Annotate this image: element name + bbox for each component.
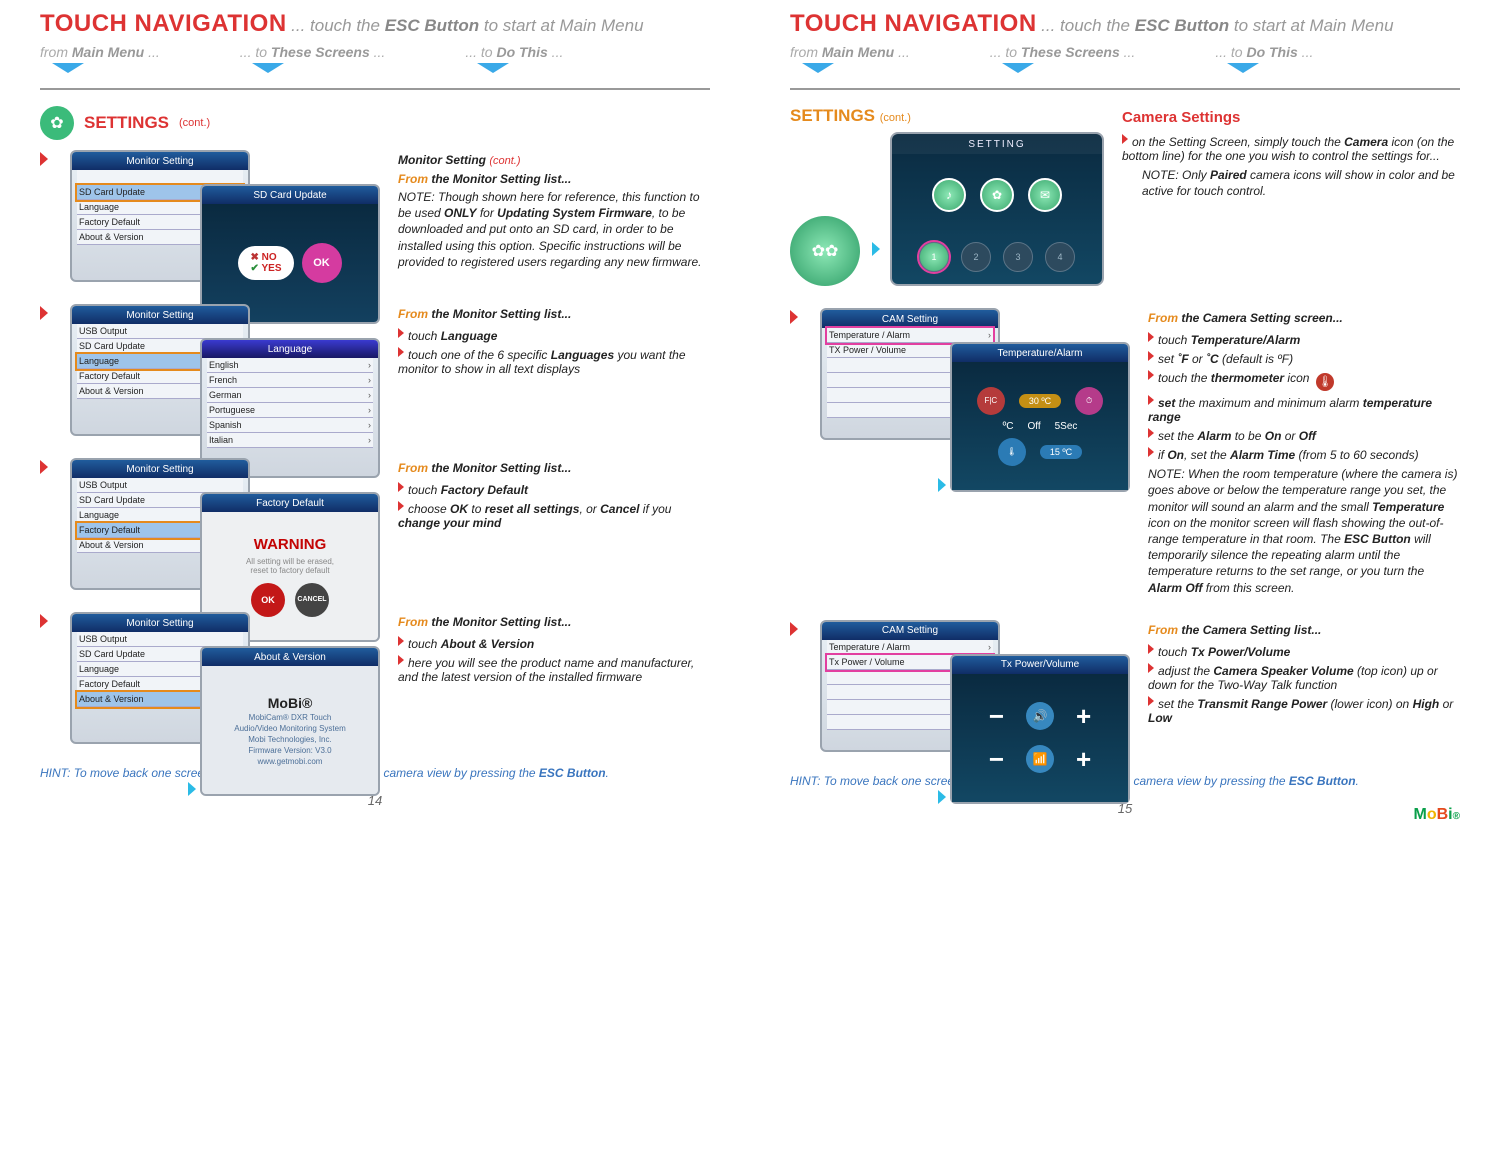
gear-icon: ✿ [40,106,74,140]
page-title-line: TOUCH NAVIGATION ... touch the ESC Butto… [790,10,1460,38]
crumb-do-this: ... to Do This ... [465,44,563,76]
block-temperature-alarm: CAM Setting Temperature / Alarm› TX Powe… [790,308,1460,598]
sub-arrow-icon [188,782,196,796]
screenshot-sd-card-update: SD Card Update ✖ NO✔ YES OK [200,184,380,324]
camera-1-button[interactable]: 1 [919,242,949,272]
page-14: TOUCH NAVIGATION ... touch the ESC Butto… [0,0,750,836]
breadcrumb: from Main Menu ... ... to These Screens … [790,44,1460,76]
screenshot-about-version: About & Version MoBi® MobiCam® DXR Touch… [200,646,380,796]
crumb-these-screens: ... to These Screens ... [990,44,1136,76]
section-heading-settings: ✿ SETTINGS (cont.) [40,106,710,140]
sub-arrow-icon [938,478,946,492]
setting-icon[interactable]: ✉ [1028,178,1062,212]
chevron-down-icon [802,63,834,73]
sub-arrow-icon [872,242,880,256]
crumb-do-this: ... to Do This ... [1215,44,1313,76]
title-touch-nav: TOUCH NAVIGATION [790,10,1037,37]
screenshot-language: Language English› French› German› Portug… [200,338,380,478]
page-15: TOUCH NAVIGATION ... touch the ESC Butto… [750,0,1500,836]
block-sd-card-update: Monitor Setting SD Card Update Language … [40,150,710,282]
chevron-down-icon [252,63,284,73]
screenshot-temperature-alarm: Temperature/Alarm F|C30 ºC⏱ ºCOff5Sec 🌡1… [950,342,1130,492]
no-yes-toggle[interactable]: ✖ NO✔ YES [238,246,293,280]
thermometer-icon: 🌡 [1316,373,1334,391]
screenshot-setting-home: SETTING ♪✿✉ 1 2 3 4 [890,132,1104,286]
minus-button[interactable]: − [989,744,1004,775]
page-title-line: TOUCH NAVIGATION ... touch the ESC Butto… [40,10,710,38]
title-subtitle: ... touch the ESC Button to start at Mai… [1041,16,1393,35]
alarm-time-button[interactable]: ⏱ [1075,387,1103,415]
crumb-these-screens: ... to These Screens ... [240,44,386,76]
step-arrow-icon [40,306,48,320]
setting-icon[interactable]: ♪ [932,178,966,212]
setting-icon[interactable]: ✿ [980,178,1014,212]
step-arrow-icon [790,622,798,636]
gear-icon: ✿✿ [790,216,860,286]
temp-unit-toggle[interactable]: F|C [977,387,1005,415]
title-touch-nav: TOUCH NAVIGATION [40,10,287,37]
camera-4-button[interactable]: 4 [1045,242,1075,272]
step-arrow-icon [40,152,48,166]
list-item[interactable] [77,170,243,185]
plus-button[interactable]: + [1076,744,1091,775]
mobi-logo: MoBi® [1414,806,1461,824]
antenna-icon: 📶 [1026,745,1054,773]
step-arrow-icon [40,460,48,474]
step-arrow-icon [790,310,798,324]
screenshot-tx-power-volume: Tx Power/Volume −🔊+ −📶+ [950,654,1130,804]
ok-button[interactable]: OK [302,243,342,283]
speaker-icon: 🔊 [1026,702,1054,730]
chevron-down-icon [1227,63,1259,73]
chevron-down-icon [1002,63,1034,73]
breadcrumb: from Main Menu ... ... to These Screens … [40,44,710,76]
chevron-down-icon [52,63,84,73]
crumb-main-menu: from Main Menu ... [790,44,910,76]
block-camera-settings: SETTINGS (cont.) ✿✿ SETTING ♪✿✉ 1 2 3 4 … [790,106,1460,286]
camera-2-button[interactable]: 2 [961,242,991,272]
plus-button[interactable]: + [1076,701,1091,732]
block-factory-default: Monitor Setting USB Output SD Card Updat… [40,458,710,590]
camera-3-button[interactable]: 3 [1003,242,1033,272]
block-tx-power-volume: CAM Setting Temperature / Alarm› Tx Powe… [790,620,1460,752]
block-about-version: Monitor Setting USB Output SD Card Updat… [40,612,710,744]
block-language: Monitor Setting USB Output SD Card Updat… [40,304,710,436]
step-arrow-icon [40,614,48,628]
sub-arrow-icon [938,790,946,804]
minus-button[interactable]: − [989,701,1004,732]
list-item-temp-alarm[interactable]: Temperature / Alarm› [827,328,993,343]
chevron-down-icon [477,63,509,73]
title-subtitle: ... touch the ESC Button to start at Mai… [291,16,643,35]
thermometer-icon[interactable]: 🌡 [998,438,1026,466]
crumb-main-menu: from Main Menu ... [40,44,160,76]
